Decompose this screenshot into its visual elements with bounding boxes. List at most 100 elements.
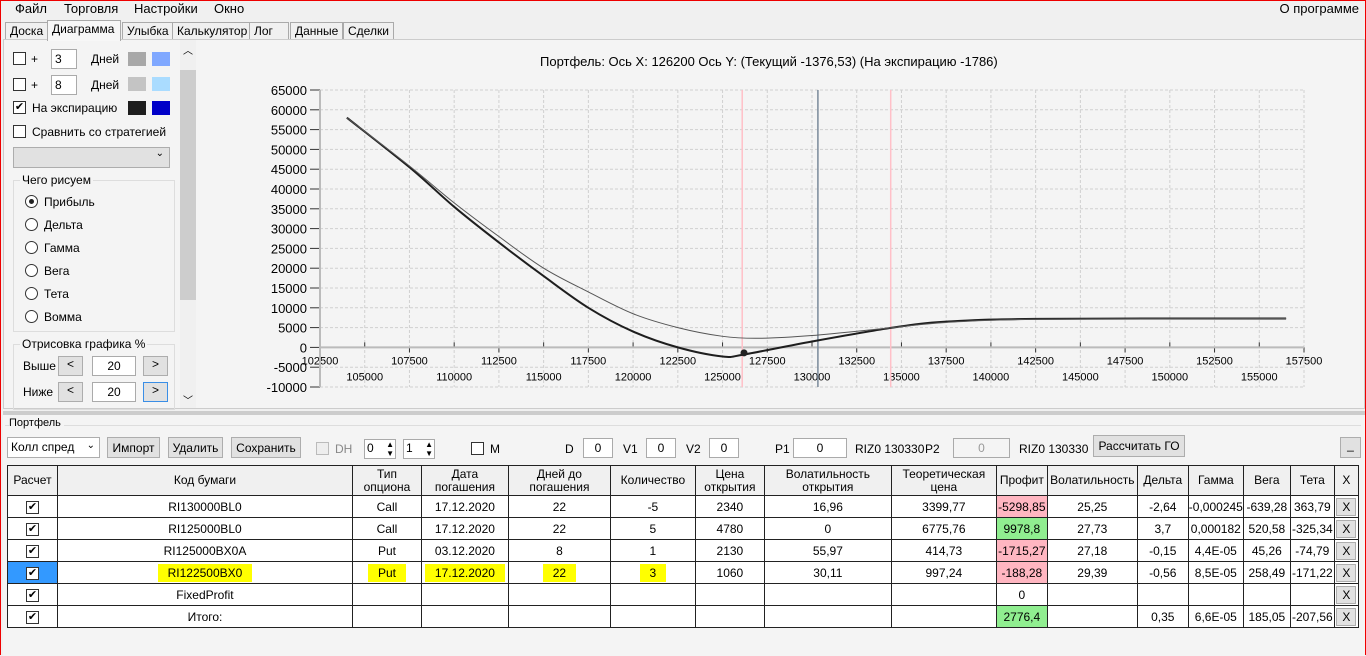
column-header[interactable]: Количество	[609, 465, 696, 496]
cell-theo	[890, 583, 997, 606]
days-value: 8	[556, 543, 563, 558]
cell-theo	[890, 605, 997, 628]
strategy-dropdown[interactable]: Колл спред ⌄	[7, 437, 100, 458]
remove-row-button[interactable]: X	[1336, 585, 1357, 604]
menu-settings[interactable]: Настройки	[134, 1, 198, 16]
p1-input[interactable]: 0	[793, 438, 847, 458]
calc-cell[interactable]: ✔	[7, 517, 58, 540]
calc-cell[interactable]: ✔	[7, 539, 58, 562]
column-header[interactable]: Тета	[1289, 465, 1335, 496]
tab-calculator[interactable]: Калькулятор	[172, 22, 253, 40]
profit-value: -1715,27	[998, 543, 1046, 558]
column-header[interactable]: Волатильность	[1046, 465, 1138, 496]
table-row[interactable]: ✔ RI125000BX0A Put 03.12.2020 8 1 2130 55,97 414…	[7, 539, 1360, 562]
y-tick-label: 30000	[271, 222, 307, 237]
cell-delta: 3,7	[1136, 517, 1189, 540]
cell-type	[351, 583, 422, 606]
delete-button[interactable]: Удалить	[168, 437, 223, 458]
save-button[interactable]: Сохранить	[231, 437, 301, 458]
remove-row-button[interactable]: X	[1336, 497, 1357, 516]
row-checkbox[interactable]: ✔	[25, 523, 39, 536]
column-header[interactable]: Дельта	[1136, 465, 1189, 496]
v2-input[interactable]: 0	[709, 438, 739, 458]
cell-theo: 997,24	[890, 561, 997, 584]
table-row[interactable]: ✔ Итого: 2776,4 0,35 6,6E-05 185,05 -207,56 X	[7, 605, 1360, 628]
x-tick-label-top: 112500	[481, 355, 517, 367]
x-tick-label-bottom: 155000	[1241, 371, 1278, 383]
remove-row-button[interactable]: X	[1336, 541, 1357, 560]
table-row[interactable]: ✔ FixedProfit 0 X	[7, 583, 1360, 606]
column-header[interactable]: Профит	[995, 465, 1048, 496]
calc-cell[interactable]: ✔	[7, 561, 58, 584]
code-value: RI125000BX0A	[163, 543, 247, 558]
spin-2[interactable]: 1 ▲ ▼	[403, 439, 435, 459]
cell-qty	[609, 605, 696, 628]
vol-value: 27,73	[1077, 521, 1108, 536]
column-header[interactable]: Волатильность открытия	[763, 465, 892, 496]
column-header[interactable]: X	[1333, 465, 1360, 496]
cell-vega: 45,26	[1242, 539, 1291, 562]
m-checkbox[interactable]	[471, 442, 484, 455]
tab-board[interactable]: Доска	[5, 22, 49, 40]
column-header[interactable]: Дата погашения	[420, 465, 509, 496]
menu-about[interactable]: О программе	[1279, 1, 1359, 16]
import-button[interactable]: Импорт	[107, 437, 160, 458]
tab-deals[interactable]: Сделки	[343, 22, 394, 40]
tab-diagram[interactable]: Диаграмма	[47, 20, 121, 41]
column-header[interactable]: Вега	[1242, 465, 1291, 496]
dh-checkbox[interactable]	[316, 442, 329, 455]
spin-1[interactable]: 0 ▲ ▼	[364, 439, 396, 459]
spin-arrows-icon[interactable]: ▲ ▼	[425, 440, 433, 458]
row-checkbox[interactable]: ✔	[25, 501, 39, 514]
menu-file[interactable]: Файл	[15, 1, 47, 16]
x-tick-label-bottom: 110000	[436, 371, 472, 383]
p1-security: RIZ0 130330	[855, 442, 925, 456]
cell-vol: 27,73	[1046, 517, 1138, 540]
v1-input[interactable]: 0	[646, 438, 676, 458]
cell-code: Итого:	[56, 605, 353, 628]
column-header[interactable]: Дней до погашения	[507, 465, 611, 496]
row-checkbox[interactable]: ✔	[25, 567, 39, 580]
column-header[interactable]: Расчет	[7, 465, 58, 496]
type-value: Call	[376, 521, 398, 536]
remove-cell: X	[1333, 561, 1360, 584]
x-tick-label-top: 117500	[570, 355, 606, 367]
calculate-margin-button[interactable]: Рассчитать ГО	[1093, 435, 1185, 457]
tab-log[interactable]: Лог	[249, 22, 289, 40]
spin-2-value: 1	[406, 441, 413, 455]
table-row[interactable]: ✔ RI125000BL0 Call 17.12.2020 22 5 4780 0 6775,7…	[7, 517, 1360, 540]
tab-smile[interactable]: Улыбка	[122, 22, 174, 40]
column-header[interactable]: Тип опциона	[351, 465, 422, 496]
column-header[interactable]: Код бумаги	[56, 465, 353, 496]
calc-cell[interactable]: ✔	[7, 583, 58, 606]
spin-arrows-icon[interactable]: ▲ ▼	[386, 440, 394, 458]
remove-row-button[interactable]: X	[1336, 563, 1357, 582]
cell-gamma: -0,000245	[1187, 495, 1244, 518]
calc-cell[interactable]: ✔	[7, 605, 58, 628]
calc-cell[interactable]: ✔	[7, 495, 58, 518]
row-checkbox[interactable]: ✔	[25, 589, 39, 602]
remove-row-button[interactable]: X	[1336, 607, 1357, 626]
y-tick-label: 5000	[278, 321, 307, 336]
row-checkbox[interactable]: ✔	[25, 611, 39, 624]
column-header[interactable]: Теоретическая цена	[890, 465, 997, 496]
vega-value: 185,05	[1248, 609, 1286, 624]
row-checkbox[interactable]: ✔	[25, 545, 39, 558]
portfolio-label: Портфель	[9, 417, 64, 429]
d-input[interactable]: 0	[583, 438, 613, 458]
cell-vol: 27,18	[1046, 539, 1138, 562]
column-header[interactable]: Гамма	[1187, 465, 1244, 496]
diagram-panel: + 3 Дней + 8 Дней ✔ На экспирацию Сравни…	[3, 39, 1366, 410]
cell-theta: 363,79	[1289, 495, 1335, 518]
table-row[interactable]: ✔ RI122500BX0 Put 17.12.2020 22 3 1060 30,11 997…	[7, 561, 1360, 584]
payoff-chart[interactable]: 6500060000550005000045000400003500030000…	[4, 40, 1366, 410]
minimize-button[interactable]: _	[1340, 437, 1361, 458]
p2-input[interactable]: 0	[953, 438, 1010, 458]
menu-window[interactable]: Окно	[214, 1, 244, 16]
remove-row-button[interactable]: X	[1336, 519, 1357, 538]
column-header[interactable]: Цена открытия	[694, 465, 765, 496]
table-row[interactable]: ✔ RI130000BL0 Call 17.12.2020 22 -5 2340 16,96 3…	[7, 495, 1360, 518]
delta-value: -2,64	[1149, 499, 1177, 514]
menu-trading[interactable]: Торговля	[64, 1, 118, 16]
tab-data[interactable]: Данные	[290, 22, 344, 40]
